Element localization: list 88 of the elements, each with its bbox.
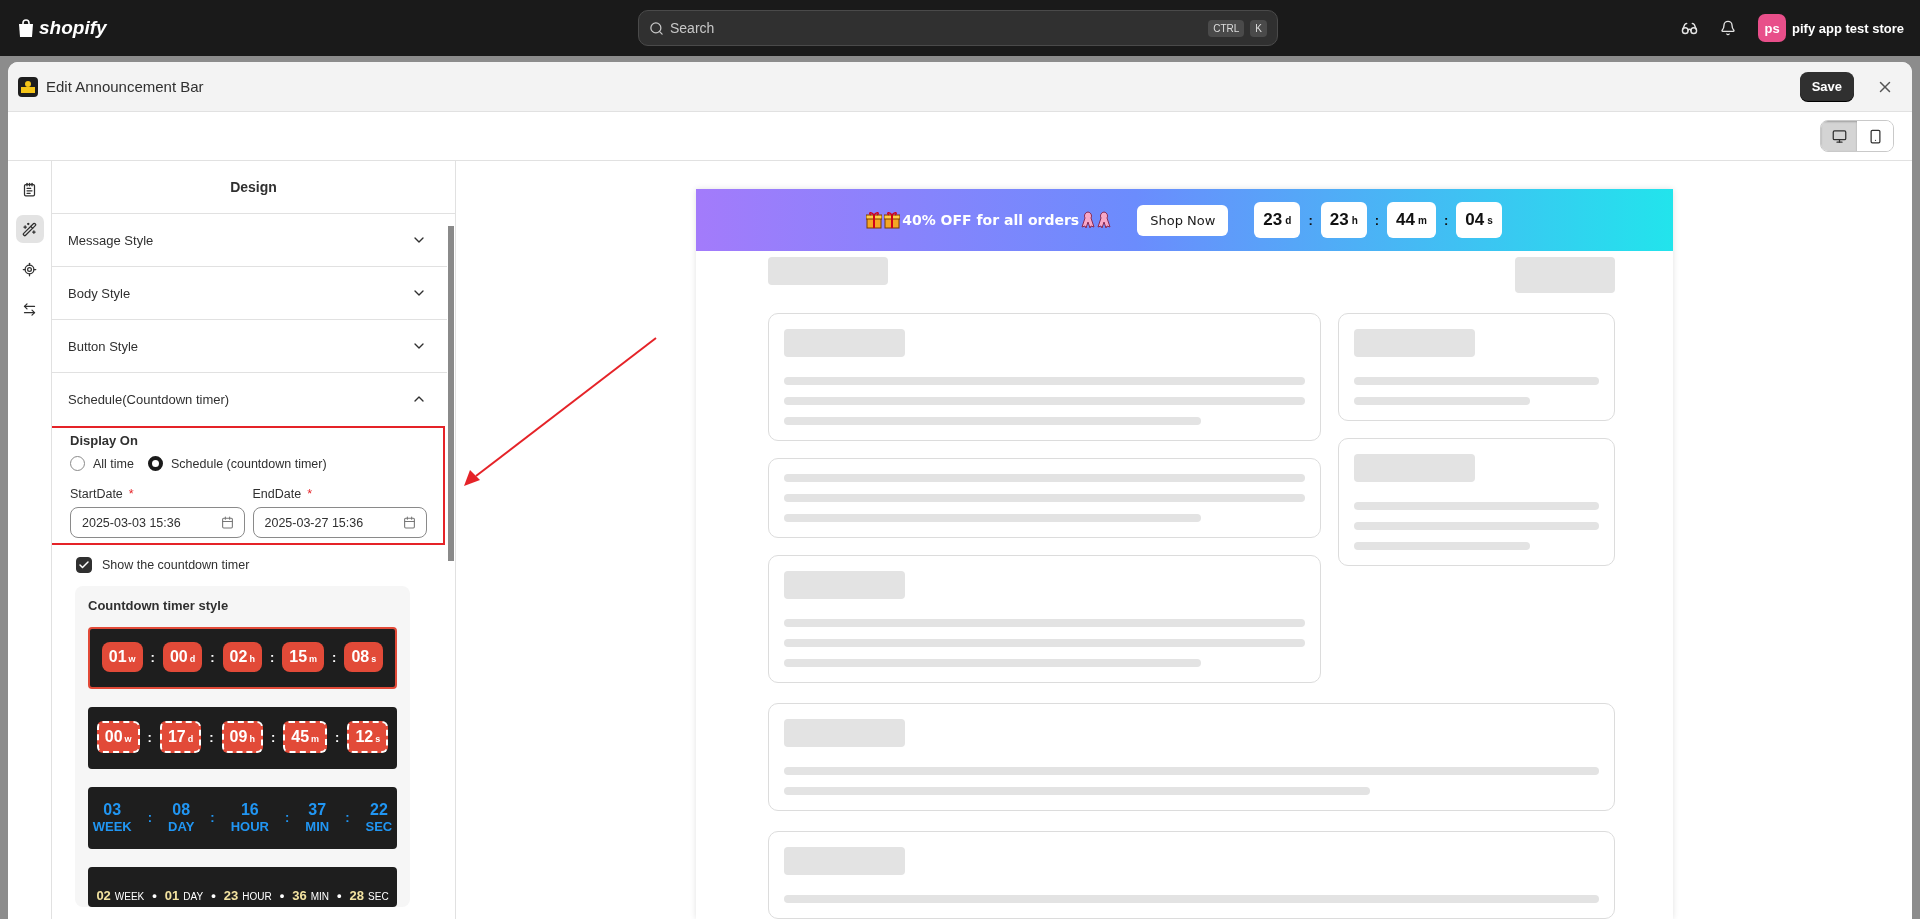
- separator: :: [1374, 212, 1380, 228]
- timer-style-option[interactable]: 00 w : 17 d : 09 h : 45 m : 12 s: [88, 707, 397, 769]
- timer-unit: 45 m: [283, 721, 328, 753]
- timer-unit: 36 MIN: [292, 888, 329, 903]
- separator: :: [270, 729, 276, 745]
- store-avatar: ps: [1758, 14, 1787, 42]
- separator: :: [269, 649, 275, 665]
- timer-unit: 17 d: [159, 721, 202, 753]
- separator: :: [332, 649, 337, 665]
- timer-unit: 12 s: [347, 721, 389, 753]
- section-label: Countdown timer style: [88, 598, 230, 613]
- ribbon-icon: [1097, 211, 1112, 229]
- checkmark-icon: [78, 559, 90, 571]
- gift-icon: [884, 211, 901, 229]
- search-field[interactable]: Search CTRL K: [638, 10, 1278, 46]
- timer-unit: 15 m: [282, 642, 325, 672]
- separator: :: [1308, 212, 1313, 228]
- checkbox-label: Show the countdown timer: [102, 558, 250, 572]
- target-icon: [22, 261, 37, 277]
- app-icon: [18, 76, 38, 97]
- timer-unit: 00 w: [96, 721, 140, 753]
- scrollbar[interactable]: [448, 226, 454, 561]
- separator: :: [1443, 212, 1449, 228]
- shop-now-button[interactable]: Shop Now: [1137, 204, 1229, 236]
- timer-unit: 04 s: [1456, 202, 1502, 238]
- ribbon-icon: [1081, 211, 1096, 229]
- timer-unit: 02 WEEK: [96, 888, 145, 903]
- calendar-icon: [220, 516, 234, 529]
- store-menu[interactable]: ps pify app test store: [1758, 14, 1904, 42]
- timer-unit: 23 d: [1254, 202, 1301, 238]
- desktop-view-button[interactable]: [1821, 121, 1857, 151]
- timer-unit: 03 WEEK: [91, 800, 133, 834]
- timer-unit: 16 HOUR: [229, 800, 270, 834]
- required-mark: *: [307, 487, 313, 501]
- field-label: StartDate *: [70, 487, 135, 501]
- modal-title: Edit Announcement Bar: [46, 78, 205, 95]
- save-button[interactable]: Save: [1799, 72, 1854, 101]
- gift-icon: [866, 211, 883, 229]
- timer-unit: 01 DAY: [164, 888, 204, 903]
- required-mark: *: [128, 487, 134, 501]
- separator: •: [337, 888, 342, 903]
- timer-unit: 28 SEC: [349, 888, 389, 903]
- logo-text: shopify: [39, 17, 107, 39]
- separator: •: [152, 888, 157, 903]
- separator: :: [345, 809, 350, 825]
- magic-wand-tab[interactable]: [15, 215, 44, 243]
- timer-unit: 23 h: [1320, 202, 1367, 238]
- separator: •: [211, 888, 216, 903]
- separator: :: [285, 809, 290, 825]
- radio-option[interactable]: Schedule (countdown timer): [148, 456, 327, 471]
- separator: :: [209, 729, 214, 745]
- shortcut-key: CTRL: [1208, 19, 1245, 37]
- swap-icon: [22, 301, 37, 317]
- timer-unit: 09 h: [221, 721, 263, 753]
- separator: :: [147, 809, 153, 825]
- separator: :: [210, 649, 215, 665]
- timer-style-option[interactable]: 02 WEEK • 01 DAY • 23 HOUR • 36 MIN • 28 SEC: [88, 867, 397, 907]
- shopping-bag-icon: [18, 18, 34, 38]
- separator: :: [335, 729, 340, 745]
- announcement-text: 40% OFF for all orders: [902, 212, 1080, 228]
- timer-unit: 08 DAY: [167, 800, 196, 834]
- checkbox[interactable]: [76, 557, 92, 573]
- mobile-icon: [1867, 128, 1883, 144]
- magic-wand-icon: [22, 221, 37, 237]
- search-icon: [649, 20, 664, 36]
- timer-unit: 44 m: [1387, 202, 1436, 238]
- timer-unit: 00 d: [162, 642, 203, 672]
- timer-unit: 08 s: [344, 642, 384, 672]
- notes-icon: [22, 181, 37, 197]
- separator: •: [279, 888, 285, 903]
- field-label: EndDate *: [252, 487, 314, 501]
- timer-unit: 23 HOUR: [223, 888, 272, 903]
- shortcut-key: K: [1250, 19, 1267, 37]
- separator: :: [147, 729, 152, 745]
- section-label: Display On: [70, 433, 139, 448]
- timer-style-option[interactable]: 01w : 00 d : 02 h : 15 m : 08 s: [88, 627, 397, 689]
- timer-unit: 22 SEC: [364, 800, 394, 834]
- radio-option[interactable]: All time: [70, 456, 134, 471]
- calendar-icon: [403, 516, 416, 529]
- date-field[interactable]: 2025-03-27 15:36: [252, 507, 427, 538]
- date-field[interactable]: 2025-03-03 15:36: [70, 507, 245, 538]
- notification-icon[interactable]: [1720, 20, 1737, 36]
- timer-unit: 02 h: [222, 642, 262, 672]
- timer-unit: 01w: [101, 642, 143, 672]
- separator: :: [150, 649, 155, 665]
- separator: :: [210, 809, 215, 825]
- timer-unit: 37 MIN: [304, 800, 331, 834]
- desktop-icon: [1831, 128, 1847, 144]
